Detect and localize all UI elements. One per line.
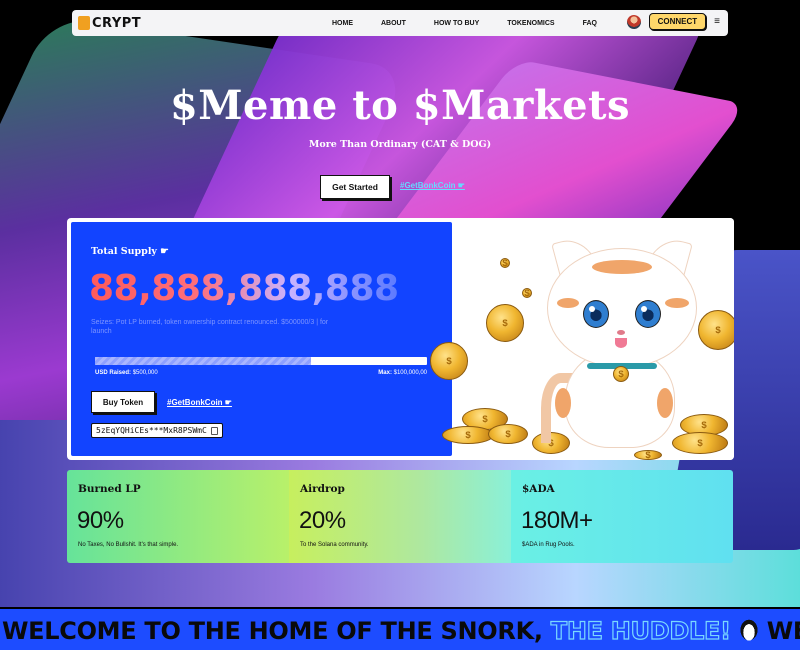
coin-icon <box>698 310 734 350</box>
contract-address-text: 5zEqYQHiCEs***MxR8PSWmC <box>96 426 207 435</box>
user-avatar-icon[interactable] <box>626 14 641 29</box>
stat-value: 20% <box>299 507 346 534</box>
stat-ada: $ADA 180M+ $ADA in Rug Pools. <box>511 470 733 563</box>
nav-about[interactable]: ABOUT <box>381 20 406 27</box>
usd-raised-value: $500,000 <box>132 370 158 376</box>
hero-subtitle: More Than Ordinary (CAT & DOG) <box>308 139 492 150</box>
coin-icon <box>442 426 494 444</box>
get-bonkcoin-link[interactable]: #GetBonkCoin ☛ <box>400 181 465 190</box>
usd-raised-label: USD Raised: <box>95 370 132 376</box>
stat-title: Airdrop <box>300 483 345 495</box>
stat-burned-lp: Burned LP 90% No Taxes, No Bullshit. It'… <box>67 470 289 563</box>
logo-icon <box>78 16 90 30</box>
coin-icon <box>488 424 528 444</box>
stat-desc: No Taxes, No Bullshit. It's that simple. <box>78 542 179 548</box>
stat-title: $ADA <box>522 483 555 495</box>
stats-strip: Burned LP 90% No Taxes, No Bullshit. It'… <box>67 470 733 563</box>
nav-menu: HOME ABOUT HOW TO BUY TOKENOMICS FAQ <box>332 10 625 36</box>
marquee-text-highlight: THE HUDDLE! <box>550 616 731 645</box>
hamburger-menu-icon[interactable]: ≡ <box>714 16 720 27</box>
total-supply-label: Total Supply ☛ <box>91 246 169 257</box>
coin-icon <box>486 304 524 342</box>
buy-token-button[interactable]: Buy Token <box>91 391 155 413</box>
stat-title: Burned LP <box>78 483 141 495</box>
bonkcoin-link[interactable]: #GetBonkCoin ☛ <box>167 398 232 407</box>
connect-button[interactable]: CONNECT <box>648 13 707 30</box>
coin-icon <box>522 288 532 298</box>
token-description: Seizes: Pot LP burned, token ownership c… <box>91 319 329 336</box>
penguin-icon <box>738 618 759 642</box>
token-info-panel: Total Supply ☛ 88,888,888,888 Seizes: Po… <box>71 222 452 456</box>
hero-title: $Meme to $Markets <box>169 82 631 129</box>
nav-tokenomics[interactable]: TOKENOMICS <box>507 20 554 27</box>
token-card: Total Supply ☛ 88,888,888,888 Seizes: Po… <box>67 218 734 460</box>
top-navbar: CRYPT HOME ABOUT HOW TO BUY TOKENOMICS F… <box>72 10 728 36</box>
marquee-text: WELCOME TO THE HOME OF THE SNORK, THE HU… <box>2 616 800 645</box>
nav-faq[interactable]: FAQ <box>583 20 597 27</box>
coin-icon <box>500 258 510 268</box>
nav-how-to-buy[interactable]: HOW TO BUY <box>434 20 479 27</box>
marquee-text-part2: WELCO <box>766 617 800 645</box>
max-label: Max: <box>378 370 392 376</box>
usd-raised: USD Raised: $500,000 <box>95 370 158 376</box>
raise-progress-fill <box>95 357 311 365</box>
stat-desc: To the Solana community. <box>300 542 369 548</box>
nav-home[interactable]: HOME <box>332 20 353 27</box>
max-raise: Max: $100,000,00 <box>378 370 427 376</box>
copy-icon[interactable] <box>210 426 218 435</box>
kitten-illustration <box>430 218 734 460</box>
marquee-text-part1: WELCOME TO THE HOME OF THE SNORK, <box>2 617 551 645</box>
raise-progress-bar <box>95 357 427 365</box>
max-value: $100,000,00 <box>393 370 427 376</box>
site-logo[interactable]: CRYPT <box>78 16 141 31</box>
stat-value: 90% <box>77 507 124 534</box>
logo-text: CRYPT <box>92 15 142 31</box>
bell-icon <box>613 366 629 382</box>
kitten-mascot <box>541 233 697 453</box>
coin-icon <box>430 342 468 380</box>
stat-desc: $ADA in Rug Pools. <box>522 542 575 548</box>
get-started-button[interactable]: Get Started <box>320 175 390 199</box>
total-supply-value: 88,888,888,888 <box>89 268 399 309</box>
nav-actions: CONNECT ≡ <box>626 13 720 30</box>
welcome-marquee: WELCOME TO THE HOME OF THE SNORK, THE HU… <box>0 607 800 650</box>
stat-airdrop: Airdrop 20% To the Solana community. <box>289 470 511 563</box>
stat-value: 180M+ <box>521 507 593 534</box>
contract-address[interactable]: 5zEqYQHiCEs***MxR8PSWmC <box>91 423 223 438</box>
